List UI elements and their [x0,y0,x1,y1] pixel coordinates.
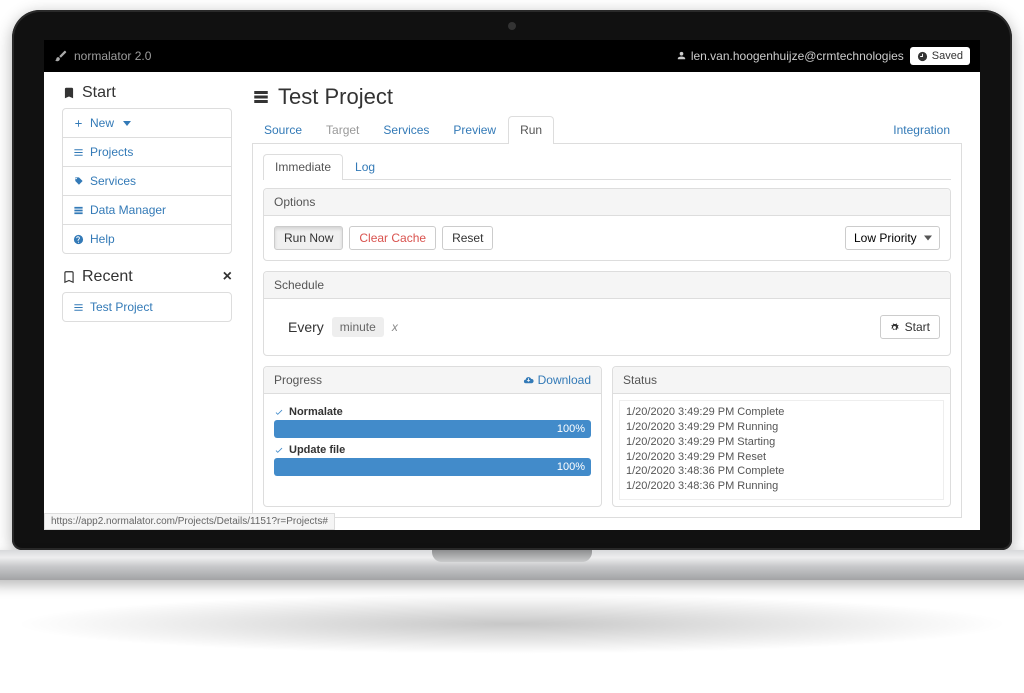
user-chip[interactable]: len.van.hoogenhuijze@crmtechnologies [676,49,904,63]
browser-status-bar: https://app2.normalator.com/Projects/Det… [44,513,335,530]
subtab-log[interactable]: Log [343,154,387,179]
status-panel: Status 1/20/2020 3:49:29 PM Complete1/20… [612,366,951,507]
schedule-every-label: Every [288,319,324,335]
list-icon [73,302,84,313]
schedule-x[interactable]: x [392,320,398,334]
run-now-button[interactable]: Run Now [274,226,343,250]
user-email: len.van.hoogenhuijze@crmtechnologies [691,49,904,63]
tags-icon [73,176,84,187]
saved-badge[interactable]: Saved [910,47,970,65]
server-icon [252,88,270,106]
sidebar-item-help[interactable]: Help [63,225,231,253]
status-line: 1/20/2020 3:49:29 PM Running [626,420,937,435]
recent-item-label: Test Project [90,300,153,314]
progress-label-text: Update file [289,444,345,456]
progress-bar: 100% [274,420,591,438]
bookmark-icon [62,86,76,100]
clear-cache-button[interactable]: Clear Cache [349,226,436,250]
sidebar-item-projects[interactable]: Projects [63,138,231,167]
priority-select[interactable]: Low Priority [845,226,940,250]
tab-source[interactable]: Source [252,116,314,143]
tab-integration[interactable]: Integration [881,116,962,143]
sidebar-item-services[interactable]: Services [63,167,231,196]
recent-item-test-project[interactable]: Test Project [63,293,231,321]
clock-icon [917,51,928,62]
tab-target: Target [314,116,371,143]
top-navbar: normalator 2.0 len.van.hoogenhuijze@crmt… [44,40,980,72]
progress-bar: 100% [274,458,591,476]
sidebar-item-label: Help [90,232,115,246]
help-icon [73,234,84,245]
sidebar: Start New Projects [62,84,232,502]
list-icon [73,147,84,158]
user-icon [676,51,687,62]
brush-icon [54,49,68,63]
sidebar-item-new[interactable]: New [63,109,231,138]
tab-preview[interactable]: Preview [441,116,508,143]
progress-label-text: Normalate [289,406,343,418]
sidebar-item-label: New [90,116,114,130]
sidebar-item-data-manager[interactable]: Data Manager [63,196,231,225]
sidebar-start-list: New Projects Services [62,108,232,254]
progress-heading: Progress [274,373,322,387]
sidebar-recent-list: Test Project [62,292,232,322]
options-panel: Options Run Now Clear Cache Reset Low Pr… [263,188,951,261]
tab-content-run: Immediate Log Options Run Now Clear Cach… [252,144,962,518]
schedule-panel: Schedule Every minute x [263,271,951,356]
caret-icon [123,121,131,126]
status-line: 1/20/2020 3:49:29 PM Starting [626,435,937,450]
schedule-heading: Schedule [264,272,950,299]
start-label: Start [905,320,930,334]
main-content: Test Project Source Target Services Prev… [252,84,962,502]
status-line: 1/20/2020 3:49:29 PM Complete [626,405,937,420]
gear-icon [890,323,899,332]
sidebar-item-label: Services [90,174,136,188]
status-line: 1/20/2020 3:48:36 PM Complete [626,464,937,479]
check-icon [274,407,284,417]
check-icon [274,445,284,455]
reset-button[interactable]: Reset [442,226,493,250]
sidebar-item-label: Data Manager [90,203,166,217]
progress-bar-fill: 100% [274,420,591,438]
plus-icon [73,118,84,129]
bookmark-outline-icon [62,270,76,284]
progress-item: Update file 100% [274,442,591,476]
status-line: 1/20/2020 3:48:36 PM Running [626,479,937,494]
recent-close-button[interactable]: × [223,268,232,286]
schedule-start-button[interactable]: Start [880,315,940,339]
status-heading: Status [613,367,950,394]
brand-text: normalator 2.0 [74,49,151,63]
progress-bar-fill: 100% [274,458,591,476]
subtabs: Immediate Log [263,154,951,180]
options-heading: Options [264,189,950,216]
saved-label: Saved [932,50,963,62]
database-icon [73,205,84,216]
page-title: Test Project [252,84,962,110]
status-log[interactable]: 1/20/2020 3:49:29 PM Complete1/20/2020 3… [619,400,944,500]
main-tabs: Source Target Services Preview Run Integ… [252,116,962,144]
progress-panel: Progress Download Normalate100%Update fi… [263,366,602,507]
schedule-unit[interactable]: minute [332,317,384,337]
subtab-immediate[interactable]: Immediate [263,154,343,180]
cloud-download-icon [523,375,534,386]
status-line: 1/20/2020 3:49:29 PM Reset [626,450,937,465]
tab-services[interactable]: Services [371,116,441,143]
sidebar-start-title: Start [62,84,232,102]
sidebar-recent-header: Recent × [62,268,232,286]
brand[interactable]: normalator 2.0 [54,49,151,63]
sidebar-item-label: Projects [90,145,133,159]
tab-run[interactable]: Run [508,116,554,144]
progress-item: Normalate 100% [274,404,591,438]
download-link[interactable]: Download [523,373,591,387]
